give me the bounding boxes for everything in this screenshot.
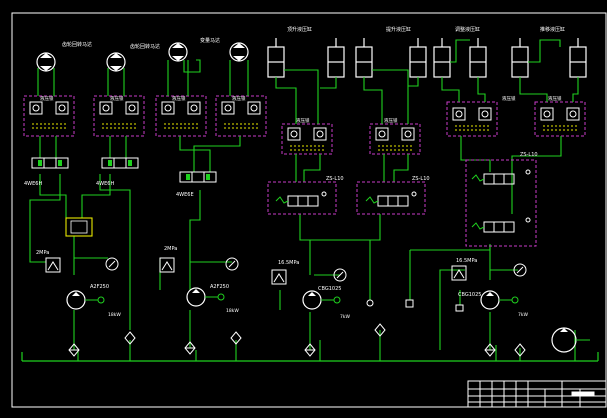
pump3-label: CBG1025 xyxy=(318,286,341,292)
cyl3-label: 调整液压缸 xyxy=(455,26,480,33)
pressure-labels: 2MPa 2MPa 16.5MPa 16.5MPa xyxy=(36,246,477,266)
pr4-label: 16.5MPa xyxy=(456,258,477,264)
pr3-label: 16.5MPa xyxy=(278,260,299,266)
kw4-label: 7kW xyxy=(518,312,528,318)
pump1-label: A2F250 xyxy=(90,284,109,290)
lock4-label: 液压锁 xyxy=(232,95,246,102)
hydraulic-schematic: 齿轮回转马达 齿轮回转马达 变量马达 顶升液压缸 提升液压缸 调整液压缸 推移液… xyxy=(11,12,607,408)
motor-3b xyxy=(229,42,249,62)
pump4-label: CBG1025 xyxy=(458,292,481,298)
kw1-label: 18kW xyxy=(108,312,121,318)
motor-2 xyxy=(106,52,126,72)
lock3-label: 液压锁 xyxy=(172,95,186,102)
zs3-label: ZS-L10 xyxy=(520,152,538,158)
cylinders xyxy=(267,38,587,78)
lock-boxes xyxy=(23,95,586,155)
valve3-label: 4WE6E xyxy=(176,192,194,198)
pilot-lines xyxy=(32,123,577,151)
valve1-label: 4WE6H xyxy=(24,181,42,187)
cyl4-label: 推移液压缸 xyxy=(540,26,565,33)
lock7-label: 液压锁 xyxy=(502,95,516,102)
motor-3a xyxy=(168,42,188,62)
pr1-label: 2MPa xyxy=(36,250,49,256)
line-checks xyxy=(366,299,464,312)
pumps xyxy=(66,287,590,353)
directional-valves: 4WE6H 4WE6H 4WE6E xyxy=(24,157,217,198)
tank-filters xyxy=(68,323,526,357)
cyl2-label: 提升液压缸 xyxy=(386,26,411,33)
motor3-label: 变量马达 xyxy=(200,37,220,44)
kw3-label: 7kW xyxy=(340,314,350,320)
kw2-label: 18kW xyxy=(226,308,239,314)
zs-valve-boxes: ZS-L10 ZS-L10 ZS-L10 xyxy=(267,152,538,247)
zs1-label: ZS-L10 xyxy=(326,176,344,182)
pr2-label: 2MPa xyxy=(164,246,177,252)
relief-valves xyxy=(45,257,467,285)
lock6-label: 液压锁 xyxy=(384,117,398,124)
lock1-label: 液压锁 xyxy=(40,95,54,102)
motor2-label: 齿轮回转马达 xyxy=(130,43,160,50)
lock2-label: 液压锁 xyxy=(110,95,124,102)
pump2-label: A2F250 xyxy=(210,284,229,290)
valve2-label: 4WE6H xyxy=(96,181,114,187)
top-labels: 齿轮回转马达 齿轮回转马达 变量马达 顶升液压缸 提升液压缸 调整液压缸 推移液… xyxy=(62,26,565,50)
zs2-label: ZS-L10 xyxy=(412,176,430,182)
filter xyxy=(65,217,93,237)
cyl1-label: 顶升液压缸 xyxy=(287,26,312,33)
lock5-label: 液压锁 xyxy=(296,117,310,124)
lock8-label: 液压锁 xyxy=(548,95,562,102)
motor1-label: 齿轮回转马达 xyxy=(62,41,92,48)
motor-1 xyxy=(36,52,56,72)
pump-labels: A2F250 A2F250 CBG1025 CBG1025 18kW 18kW … xyxy=(90,284,528,320)
